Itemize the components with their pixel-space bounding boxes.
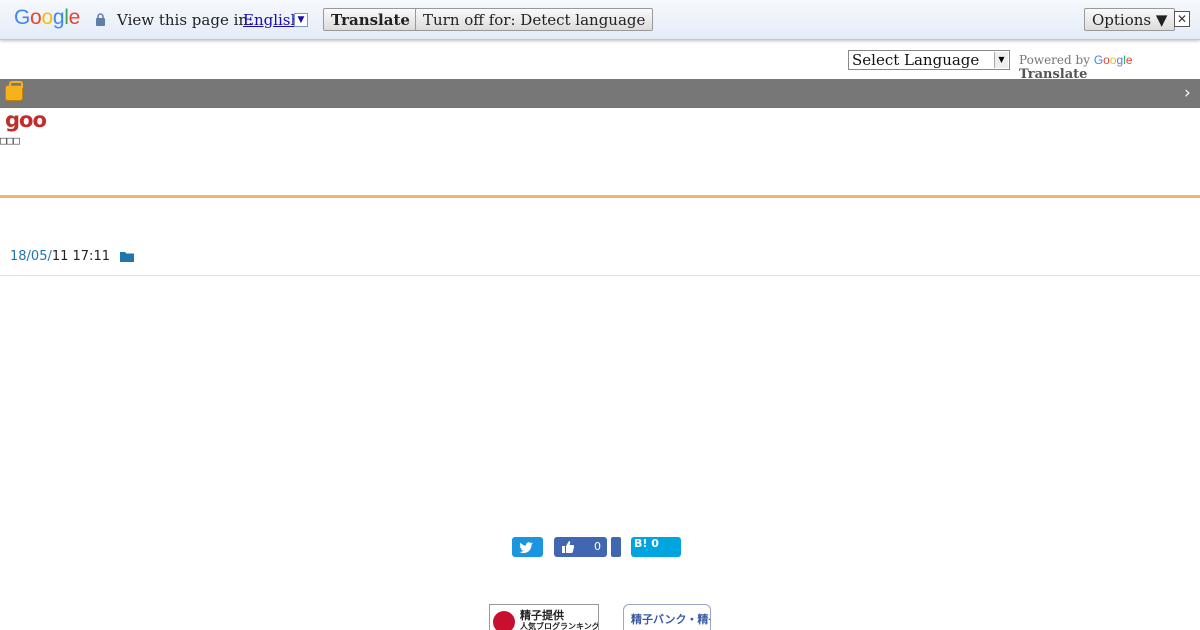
blog-header-strip: ›: [0, 79, 1200, 108]
logo-letter: e: [1125, 53, 1133, 67]
facebook-count: 0: [594, 540, 601, 553]
chevron-down-icon: ▼: [994, 52, 1008, 68]
google-translate-bar: Google View this page in: English ▼ Tran…: [0, 0, 1200, 40]
logo-letter: o: [1109, 53, 1117, 67]
logo-letter: G: [14, 6, 31, 29]
folder-icon[interactable]: [120, 251, 134, 262]
post-date: 18/05/11 17:11: [10, 249, 110, 264]
ranking-logo-icon: [493, 611, 515, 630]
facebook-like-button[interactable]: 0: [554, 537, 607, 557]
sperm-bank-banner-label: 精子バンク・精子提供: [631, 613, 710, 626]
sperm-bank-banner[interactable]: 精子バンク・精子提供: [623, 604, 711, 630]
google-logo: Google: [14, 6, 80, 30]
options-button[interactable]: Options ▼: [1084, 8, 1176, 31]
post-date-link[interactable]: 18/05/: [10, 249, 52, 264]
language-select[interactable]: Select Language ▼: [848, 50, 1010, 70]
translate-button[interactable]: Translate: [323, 8, 418, 31]
logo-letter: o: [41, 6, 53, 29]
target-language-link[interactable]: English: [243, 11, 300, 29]
google-logo-small: Google: [1094, 53, 1133, 67]
blog-ranking-banner[interactable]: 精子提供 人気ブログランキング: [489, 604, 599, 630]
header-divider: [0, 195, 1200, 198]
hatena-label: B! 0: [634, 537, 659, 550]
twitter-icon: [519, 542, 533, 554]
logo-letter: e: [68, 6, 81, 29]
logo-letter: o: [1103, 53, 1110, 67]
language-dropdown-icon[interactable]: ▼: [294, 13, 308, 27]
powered-by-label: Powered by: [1019, 53, 1090, 67]
twitter-share-button[interactable]: [512, 537, 543, 557]
ranking-banner-subtitle: 人気ブログランキング: [520, 622, 599, 630]
view-page-label: View this page in:: [117, 11, 254, 29]
close-icon[interactable]: ✕: [1174, 11, 1190, 27]
blog-subtitle: □□□: [0, 134, 20, 147]
post-date-time: 11 17:11: [51, 249, 110, 264]
powered-by-google[interactable]: Powered by Google Translate: [1019, 53, 1200, 82]
hatena-bookmark-button[interactable]: B! 0: [631, 537, 681, 557]
logo-letter: o: [30, 6, 42, 29]
chevron-right-icon[interactable]: ›: [1184, 83, 1191, 103]
goo-logo[interactable]: goo: [5, 108, 47, 132]
language-select-value: Select Language: [852, 51, 980, 69]
facebook-share-tail[interactable]: [611, 537, 621, 557]
thumbs-up-icon: [562, 541, 575, 553]
bag-icon[interactable]: [5, 81, 23, 101]
lock-icon: [96, 13, 105, 26]
logo-letter: G: [1093, 53, 1104, 67]
post-divider: [0, 275, 1200, 276]
turn-off-button[interactable]: Turn off for: Detect language: [415, 8, 654, 31]
logo-letter: g: [52, 6, 65, 29]
